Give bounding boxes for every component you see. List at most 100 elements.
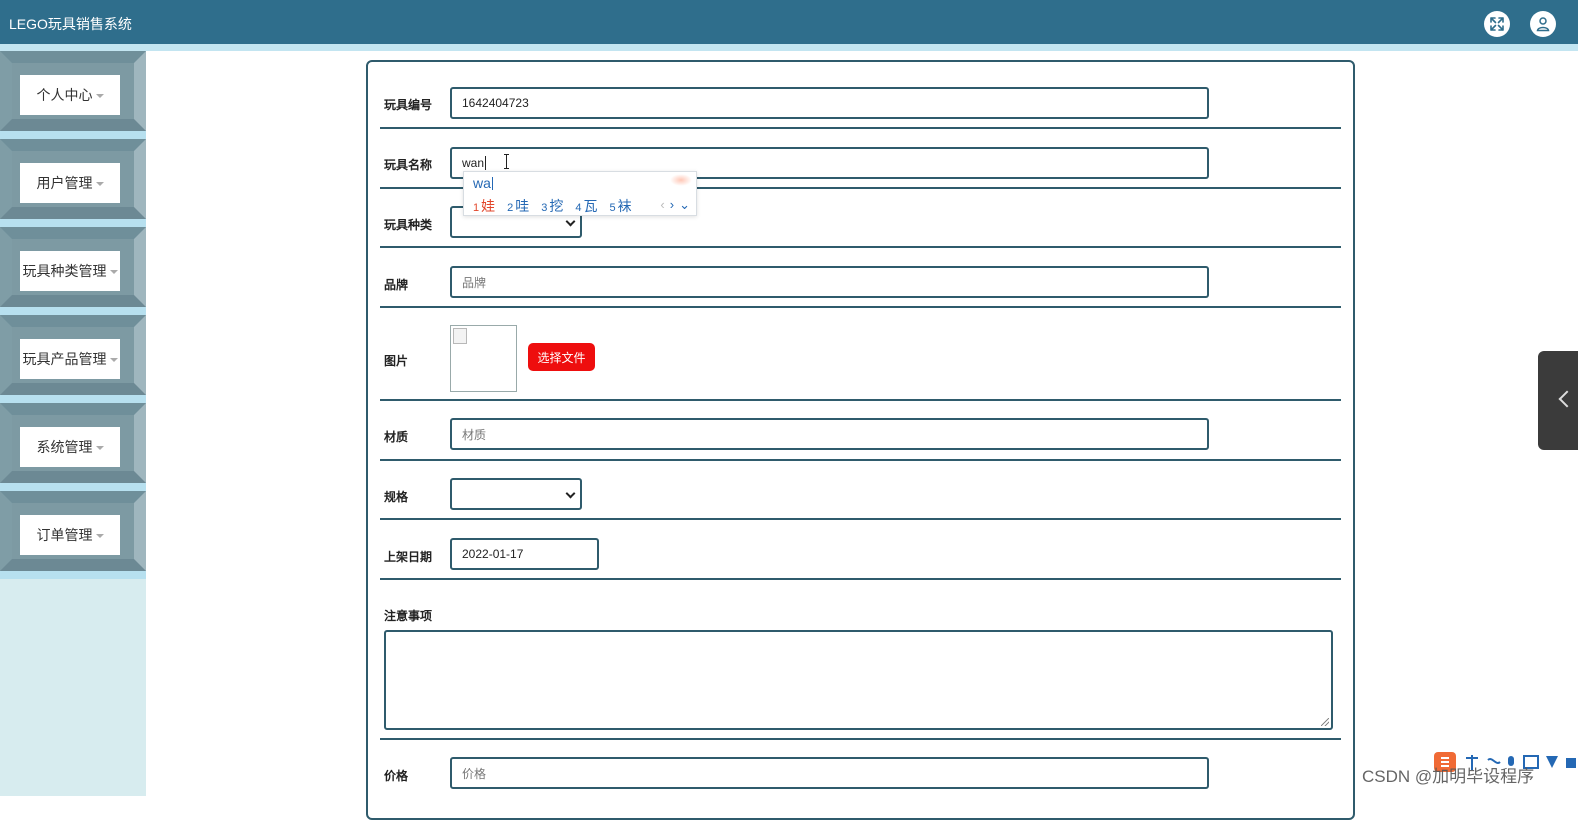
image-label: 图片 (384, 354, 409, 368)
sidebar-item-label[interactable]: 玩具产品管理 (20, 339, 120, 379)
row-divider (380, 738, 1341, 740)
ime-candidate-text: 哇 (515, 198, 530, 214)
ime-candidate[interactable]: 1娃 (473, 196, 495, 216)
top-bar: LEGO玩具销售系统 (0, 0, 1578, 44)
toy-name-label: 玩具名称 (384, 158, 433, 172)
brand-label: 品牌 (384, 278, 409, 292)
sidebar-item-toy-product[interactable]: 玩具产品管理 (0, 315, 146, 403)
sidebar-item-text: 个人中心 (36, 87, 93, 103)
caret-down-icon (95, 94, 104, 98)
release-date-value: 2022-01-17 (462, 547, 524, 561)
material-input[interactable]: 材质 (450, 418, 1209, 450)
sidebar-item-user-management[interactable]: 用户管理 (0, 139, 146, 227)
skin-icon (1546, 756, 1558, 768)
toy-name-value: wan (462, 156, 485, 170)
spec-label: 规格 (384, 490, 409, 504)
ime-candidate-popup: wa 1娃 2哇 3挖 4瓦 5袜 ‹ › ⌄ (463, 171, 697, 216)
caret-down-icon (109, 358, 118, 362)
sidebar-item-text: 系统管理 (36, 439, 93, 455)
ime-candidate[interactable]: 4瓦 (575, 196, 597, 216)
caret-down-icon (109, 270, 118, 274)
caret-down-icon (95, 182, 104, 186)
ime-candidate-number: 5 (609, 202, 616, 214)
row-divider (380, 518, 1341, 520)
chevron-left-icon (1558, 390, 1576, 408)
user-icon[interactable] (1530, 11, 1556, 37)
price-placeholder: 价格 (462, 766, 487, 781)
caret-down-icon (95, 534, 104, 538)
ime-nav: ‹ › ⌄ (660, 197, 690, 213)
brand-input[interactable]: 品牌 (450, 266, 1209, 298)
ime-next-icon[interactable]: › (670, 197, 674, 213)
image-preview (450, 325, 517, 392)
chevron-down-icon (565, 488, 576, 499)
sidebar: 个人中心 用户管理 玩具种类管理 玩具产品管理 系统管理 订单管理 (0, 51, 146, 796)
caret-down-icon (95, 446, 104, 450)
app-title: LEGO玩具销售系统 (9, 16, 132, 32)
row-divider (380, 399, 1341, 401)
spec-select[interactable] (450, 478, 582, 510)
ime-candidate[interactable]: 3挖 (541, 196, 563, 216)
sidebar-item-orders[interactable]: 订单管理 (0, 491, 146, 579)
caret-cursor (485, 156, 487, 170)
ime-composition-text: wa (473, 175, 491, 191)
toy-no-value: 1642404723 (462, 96, 529, 110)
sidebar-item-personal-center[interactable]: 个人中心 (0, 51, 146, 139)
ime-composition: wa (473, 175, 493, 191)
price-input[interactable]: 价格 (450, 757, 1209, 789)
ime-skin-decoration (670, 174, 692, 186)
toolbox-icon (1566, 758, 1576, 768)
row-divider (380, 246, 1341, 248)
ime-candidate-text: 挖 (549, 198, 564, 214)
header-underline (0, 44, 1578, 51)
ime-candidate-number: 2 (507, 202, 514, 214)
ime-candidate-list: 1娃 2哇 3挖 4瓦 5袜 (473, 196, 644, 216)
release-date-input[interactable]: 2022-01-17 (450, 538, 599, 570)
ime-candidate-text: 瓦 (583, 198, 598, 214)
ibeam-cursor-icon (504, 154, 509, 169)
sidebar-item-text: 玩具种类管理 (22, 263, 107, 279)
resize-handle-icon[interactable] (1321, 718, 1329, 726)
sidebar-item-label[interactable]: 个人中心 (20, 75, 120, 115)
toy-type-label: 玩具种类 (384, 218, 433, 232)
toy-no-input[interactable]: 1642404723 (450, 87, 1209, 119)
ime-prev-icon[interactable]: ‹ (660, 197, 664, 213)
row-divider (380, 127, 1341, 129)
ime-expand-icon[interactable]: ⌄ (679, 197, 690, 213)
person-icon (1536, 17, 1550, 32)
watermark: CSDN @加明毕设程序 (1362, 767, 1535, 786)
sidebar-item-text: 订单管理 (36, 527, 93, 543)
ime-candidate-number: 3 (541, 202, 548, 214)
sidebar-item-system[interactable]: 系统管理 (0, 403, 146, 491)
sidebar-item-label[interactable]: 订单管理 (20, 515, 120, 555)
row-divider (380, 459, 1341, 461)
choose-file-button[interactable]: 选择文件 (528, 343, 595, 371)
material-placeholder: 材质 (462, 427, 487, 442)
sidebar-item-text: 玩具产品管理 (22, 351, 107, 367)
sidebar-item-label[interactable]: 玩具种类管理 (20, 251, 120, 291)
side-panel-toggle[interactable] (1538, 351, 1578, 450)
ime-candidate[interactable]: 5袜 (610, 196, 632, 216)
sidebar-item-label[interactable]: 系统管理 (20, 427, 120, 467)
chevron-down-icon (565, 216, 576, 227)
ime-candidate-number: 4 (575, 202, 582, 214)
ime-caret (491, 177, 493, 190)
toy-no-label: 玩具编号 (384, 98, 433, 112)
ime-candidate[interactable]: 2哇 (507, 196, 529, 216)
release-date-label: 上架日期 (384, 550, 433, 564)
broken-image-icon (453, 328, 467, 344)
ime-candidate-text: 娃 (481, 198, 496, 214)
fullscreen-icon[interactable] (1484, 11, 1510, 37)
notes-textarea[interactable] (384, 630, 1333, 730)
sidebar-item-text: 用户管理 (36, 175, 93, 191)
sidebar-item-label[interactable]: 用户管理 (20, 163, 120, 203)
material-label: 材质 (384, 430, 409, 444)
price-label: 价格 (384, 769, 409, 783)
sidebar-item-toy-category[interactable]: 玩具种类管理 (0, 227, 146, 315)
row-divider (380, 306, 1341, 308)
row-divider (380, 578, 1341, 580)
expand-arrows-icon (1490, 17, 1504, 31)
brand-placeholder: 品牌 (462, 275, 487, 290)
ime-candidate-number: 1 (473, 202, 480, 214)
notes-label: 注意事项 (384, 609, 433, 623)
